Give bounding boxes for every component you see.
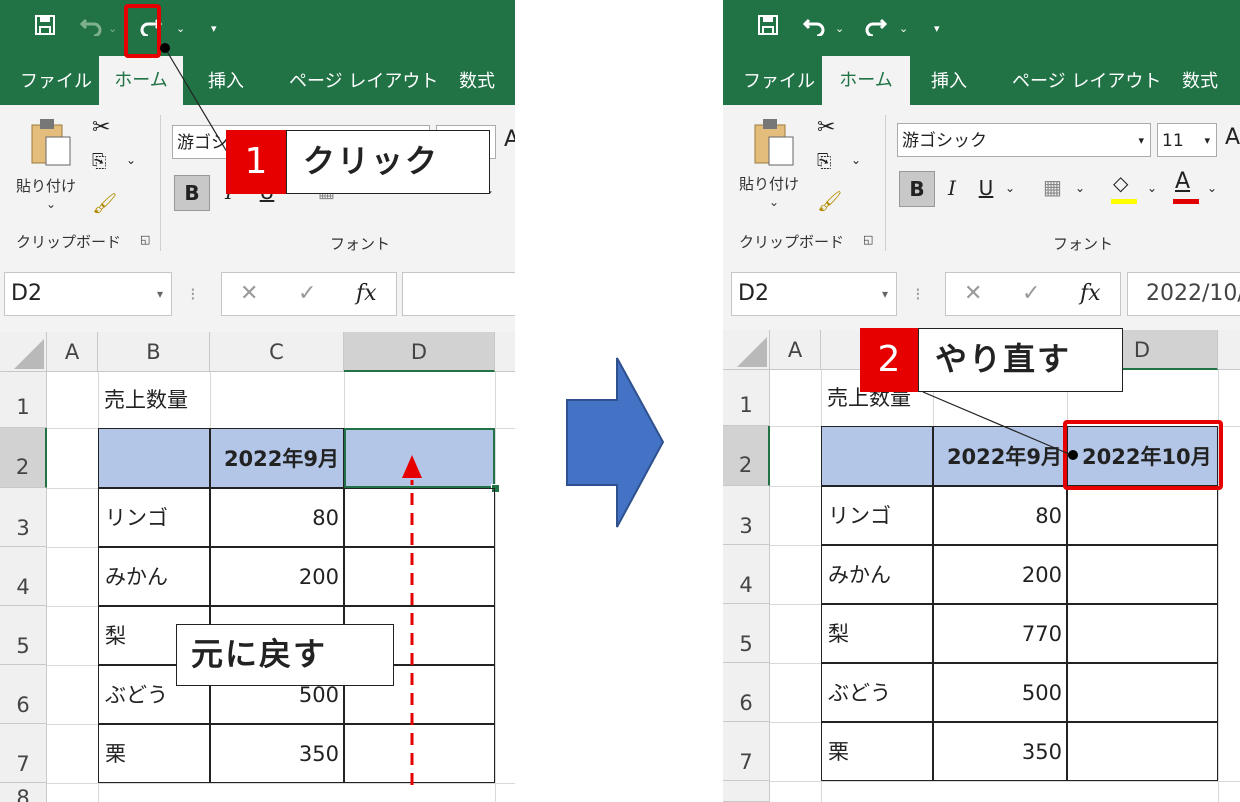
step-number-badge: 2 (860, 328, 918, 392)
annotation-lines (922, 391, 1078, 460)
step-number-badge: 1 (226, 130, 286, 194)
undo-note-callout: 元に戻す (176, 624, 394, 686)
click-callout: クリック (286, 130, 490, 194)
arrow-right-icon (566, 357, 665, 528)
excel-window-after: ⌄ ⌄ ▾ ファイル ホーム 挿入 ページ レイアウト 数式 貼り付け ⌄ ✂ … (723, 0, 1240, 802)
redo-callout: やり直す (918, 328, 1123, 392)
excel-window-before: ⌄ ⌄ ▾ ファイル ホーム 挿入 ページ レイアウト 数式 貼り付け ⌄ ✂ … (0, 0, 515, 802)
